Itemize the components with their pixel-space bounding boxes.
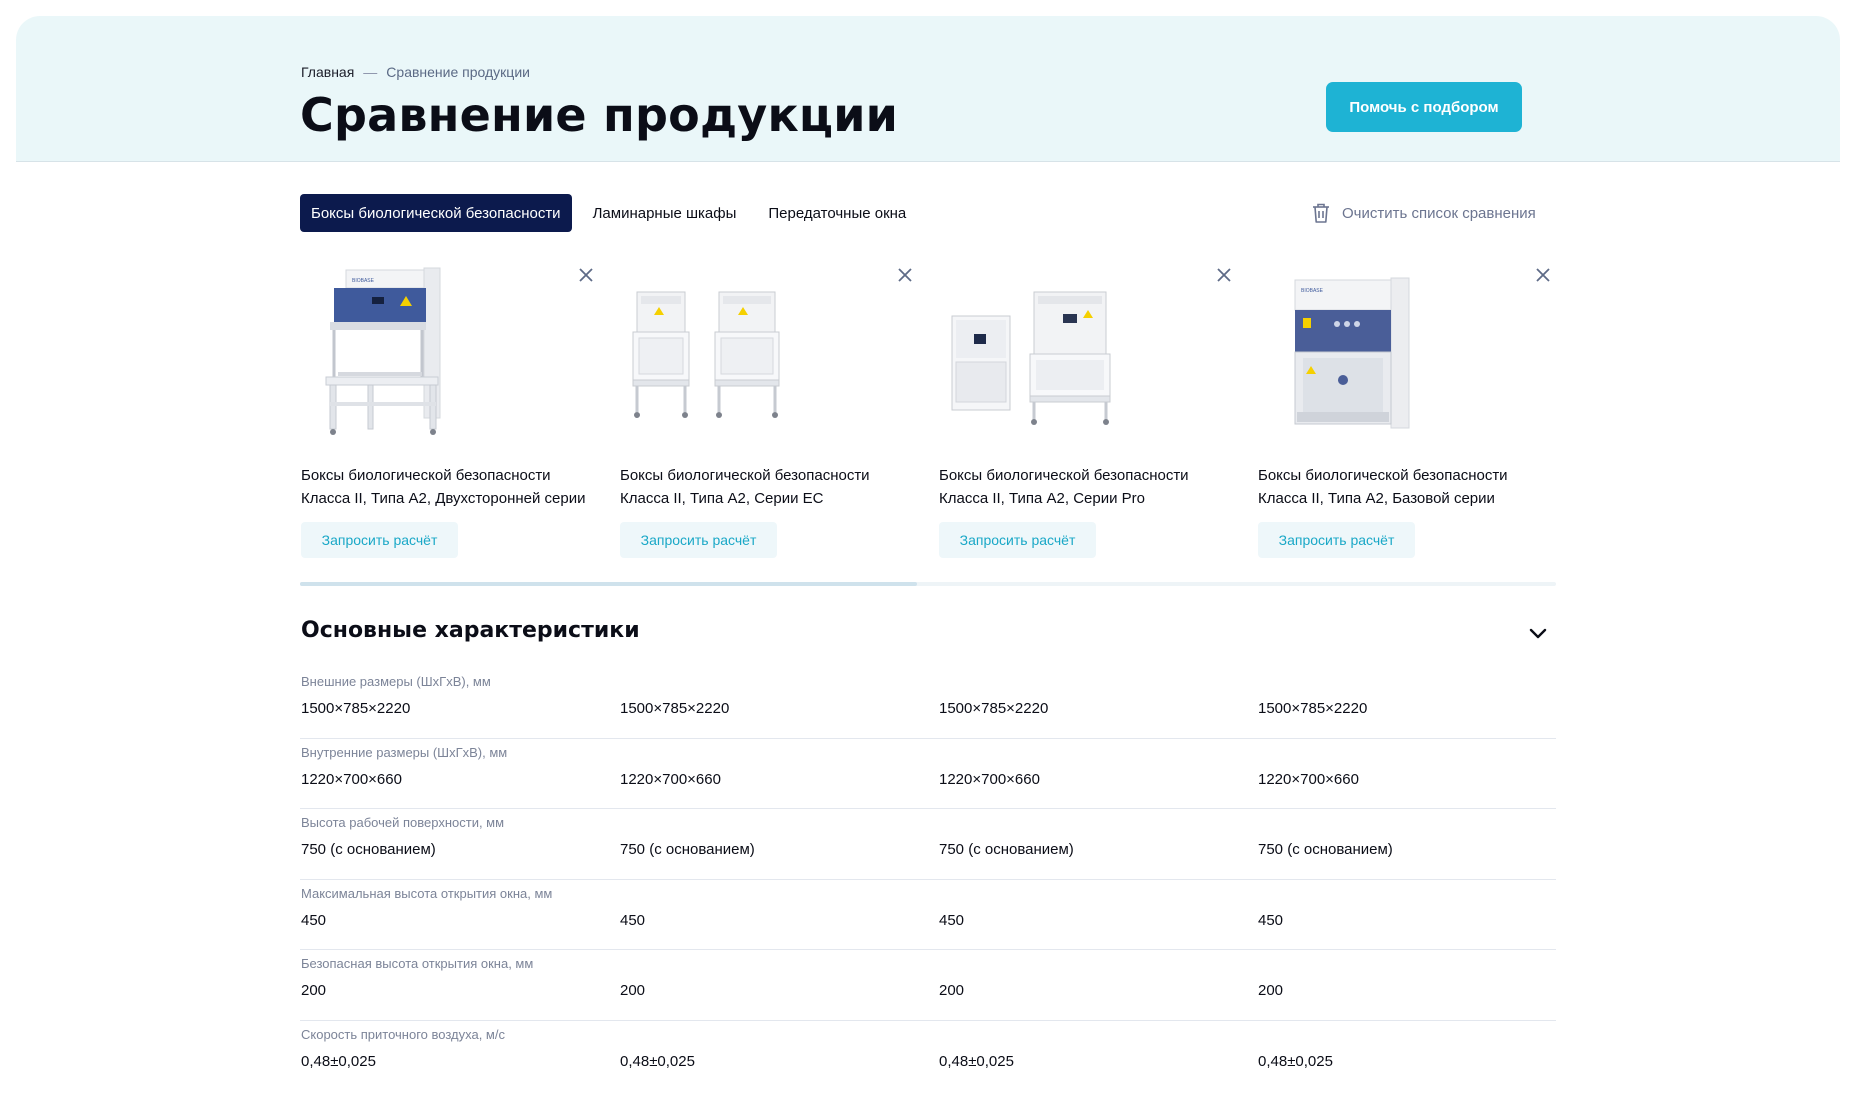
product-image: BIOBASE	[325, 267, 441, 435]
spec-row: Внутренние размеры (ШхГхВ), мм 1220×700×…	[300, 739, 1556, 809]
spec-label: Внутренние размеры (ШхГхВ), мм	[301, 744, 508, 760]
spec-value: 1500×785×2220	[1258, 700, 1368, 717]
product-name[interactable]: Боксы биологической безопасности Класса …	[939, 464, 1239, 510]
tab-pass-boxes[interactable]: Передаточные окна	[757, 194, 917, 232]
spec-value: 450	[620, 911, 646, 929]
breadcrumb: Главная — Сравнение продукции	[301, 64, 530, 80]
spec-value: 1220×700×660	[939, 770, 1040, 788]
spec-value: 1500×785×2220	[620, 700, 730, 717]
product-card: BIOBASE Боксы биологической безопасности…	[1257, 256, 1558, 558]
product-name-line: Класса II, Типа А2, Серии Pro	[939, 490, 1145, 507]
remove-product-icon[interactable]	[577, 266, 595, 284]
spec-row: Максимальная высота открытия окна, мм 45…	[300, 880, 1556, 950]
trash-icon	[1313, 203, 1329, 223]
svg-text:BIOBASE: BIOBASE	[1301, 288, 1324, 294]
spec-value: 1500×785×2220	[301, 700, 411, 717]
product-cards: BIOBASE Боксы биологической безопасности…	[300, 256, 1556, 586]
spec-label: Максимальная высота открытия окна, мм	[301, 885, 553, 901]
breadcrumb-home-link[interactable]: Главная	[301, 64, 354, 80]
clear-comparison-button[interactable]: Очистить список сравнения	[1310, 200, 1536, 226]
spec-value: 200	[939, 982, 965, 999]
remove-product-icon[interactable]	[1534, 266, 1552, 284]
request-quote-button[interactable]: Запросить расчёт	[939, 522, 1096, 558]
spec-value: 450	[939, 911, 965, 929]
spec-label: Высота рабочей поверхности, мм	[301, 815, 505, 830]
product-card: Боксы биологической безопасности Класса …	[938, 256, 1239, 558]
product-name[interactable]: Боксы биологической безопасности Класса …	[620, 464, 920, 510]
remove-product-icon[interactable]	[1215, 266, 1233, 284]
chevron-down-icon[interactable]	[1525, 620, 1551, 646]
spec-value: 0,48±0,025	[1258, 1052, 1333, 1070]
breadcrumb-current: Сравнение продукции	[386, 64, 530, 80]
spec-value: 750 (с основанием)	[620, 841, 755, 858]
tab-laminar-cabinets[interactable]: Ламинарные шкафы	[582, 194, 748, 232]
product-name-line: Класса II, Типа А2, Двухсторонней серии	[301, 490, 586, 507]
page-title: Сравнение продукции	[300, 88, 899, 142]
remove-product-icon[interactable]	[896, 266, 914, 284]
spec-label: Безопасная высота открытия окна, мм	[301, 956, 534, 971]
product-image: BIOBASE	[1294, 277, 1410, 429]
product-image	[951, 291, 1111, 425]
spec-value: 450	[1258, 911, 1284, 929]
spec-value: 0,48±0,025	[939, 1052, 1014, 1070]
product-image	[632, 291, 780, 418]
product-name-line: Боксы биологической безопасности	[620, 467, 870, 484]
request-quote-button[interactable]: Запросить расчёт	[1258, 522, 1415, 558]
spec-row: Внешние размеры (ШхГхВ), мм 1500×785×222…	[300, 668, 1556, 739]
product-name-line: Боксы биологической безопасности	[939, 467, 1189, 484]
breadcrumb-separator: —	[363, 64, 378, 80]
spec-value: 200	[301, 982, 327, 999]
spec-value: 1500×785×2220	[939, 700, 1049, 717]
product-name-line: Класса II, Типа А2, Серии ЕС	[620, 490, 824, 507]
spec-value: 750 (с основанием)	[939, 841, 1074, 858]
product-name-line: Класса II, Типа А2, Базовой серии	[1258, 490, 1495, 507]
spec-value: 0,48±0,025	[620, 1052, 695, 1070]
specs-table: Внешние размеры (ШхГхВ), мм 1500×785×222…	[300, 668, 1556, 1091]
product-card: BIOBASE Боксы биологической безопасности…	[300, 256, 601, 558]
svg-text:BIOBASE: BIOBASE	[352, 278, 375, 284]
product-name[interactable]: Боксы биологической безопасности Класса …	[301, 464, 601, 510]
spec-row: Высота рабочей поверхности, мм 750 (с ос…	[300, 809, 1556, 880]
section-title: Основные характеристики	[301, 618, 640, 643]
clear-comparison-label: Очистить список сравнения	[1342, 204, 1536, 222]
product-name[interactable]: Боксы биологической безопасности Класса …	[1258, 464, 1558, 510]
spec-value: 750 (с основанием)	[301, 841, 436, 858]
spec-value: 1220×700×660	[301, 770, 402, 788]
spec-value: 1220×700×660	[1258, 770, 1359, 788]
spec-label: Внешние размеры (ШхГхВ), мм	[301, 674, 491, 689]
spec-row: Безопасная высота открытия окна, мм 200 …	[300, 950, 1556, 1021]
product-name-line: Боксы биологической безопасности	[301, 467, 551, 484]
spec-value: 1220×700×660	[620, 770, 721, 788]
request-quote-button[interactable]: Запросить расчёт	[620, 522, 777, 558]
request-quote-button[interactable]: Запросить расчёт	[301, 522, 458, 558]
spec-value: 450	[301, 911, 327, 929]
help-selection-button[interactable]: Помочь с подбором	[1326, 82, 1522, 132]
spec-value: 0,48±0,025	[301, 1052, 376, 1070]
spec-value: 750 (с основанием)	[1258, 841, 1393, 858]
spec-label: Скорость приточного воздуха, м/с	[301, 1026, 505, 1042]
category-tabs: Боксы биологической безопасности Ламинар…	[300, 194, 927, 232]
page-header: Главная — Сравнение продукции Сравнение пр…	[16, 16, 1840, 162]
tab-biosafety-boxes[interactable]: Боксы биологической безопасности	[300, 194, 572, 232]
product-card: Боксы биологической безопасности Класса …	[619, 256, 920, 558]
product-name-line: Боксы биологической безопасности	[1258, 467, 1508, 484]
spec-value: 200	[620, 982, 646, 999]
horizontal-scrollbar-thumb[interactable]	[300, 582, 917, 586]
spec-row: Скорость приточного воздуха, м/с 0,48±0,…	[300, 1021, 1556, 1092]
spec-value: 200	[1258, 982, 1284, 999]
